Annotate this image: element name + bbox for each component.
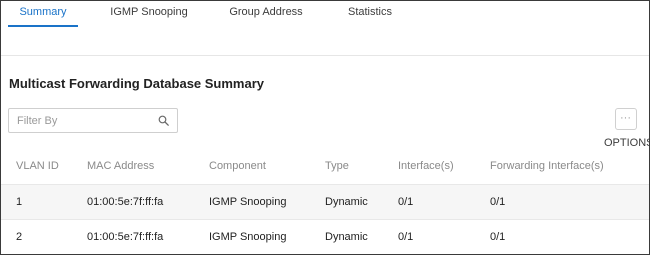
cell-type: Dynamic [325, 231, 368, 243]
cell-vlan-id: 1 [16, 196, 23, 208]
table-row[interactable]: 1 01:00:5e:7f:ff:fa IGMP Snooping Dynami… [1, 184, 649, 220]
column-header-component[interactable]: Component [209, 160, 266, 172]
column-header-type[interactable]: Type [325, 160, 349, 172]
cell-forwarding-interfaces: 0/1 [490, 231, 506, 243]
column-header-forwarding-interfaces[interactable]: Forwarding Interface(s) [490, 160, 604, 172]
tab-divider [1, 55, 649, 56]
cell-type: Dynamic [325, 196, 368, 208]
cell-vlan-id: 2 [16, 231, 23, 243]
options-label[interactable]: OPTIONS [604, 137, 649, 149]
column-header-vlan-id[interactable]: VLAN ID [16, 160, 59, 172]
table-row[interactable]: 2 01:00:5e:7f:ff:fa IGMP Snooping Dynami… [1, 220, 649, 254]
page-title: Multicast Forwarding Database Summary [9, 76, 265, 91]
cell-mac-address: 01:00:5e:7f:ff:fa [87, 196, 164, 208]
cell-interfaces: 0/1 [398, 196, 414, 208]
tab-statistics[interactable]: Statistics [339, 1, 401, 27]
search-icon[interactable] [158, 115, 169, 126]
options-button[interactable]: ··· [615, 108, 637, 130]
filter-input[interactable] [9, 109, 157, 132]
tab-group-address[interactable]: Group Address [223, 1, 309, 27]
cell-forwarding-interfaces: 0/1 [490, 196, 506, 208]
tab-bar: Summary IGMP Snooping Group Address Stat… [1, 1, 649, 27]
filter-box[interactable] [8, 108, 178, 133]
column-header-mac-address[interactable]: MAC Address [87, 160, 154, 172]
cell-component: IGMP Snooping [209, 196, 287, 208]
cell-component: IGMP Snooping [209, 231, 287, 243]
tab-igmp-snooping[interactable]: IGMP Snooping [105, 1, 193, 27]
cell-mac-address: 01:00:5e:7f:ff:fa [87, 231, 164, 243]
cell-interfaces: 0/1 [398, 231, 414, 243]
more-dots-icon: ··· [620, 112, 631, 124]
column-header-interfaces[interactable]: Interface(s) [398, 160, 454, 172]
app-window: Summary IGMP Snooping Group Address Stat… [0, 0, 650, 255]
tab-summary[interactable]: Summary [8, 1, 78, 27]
